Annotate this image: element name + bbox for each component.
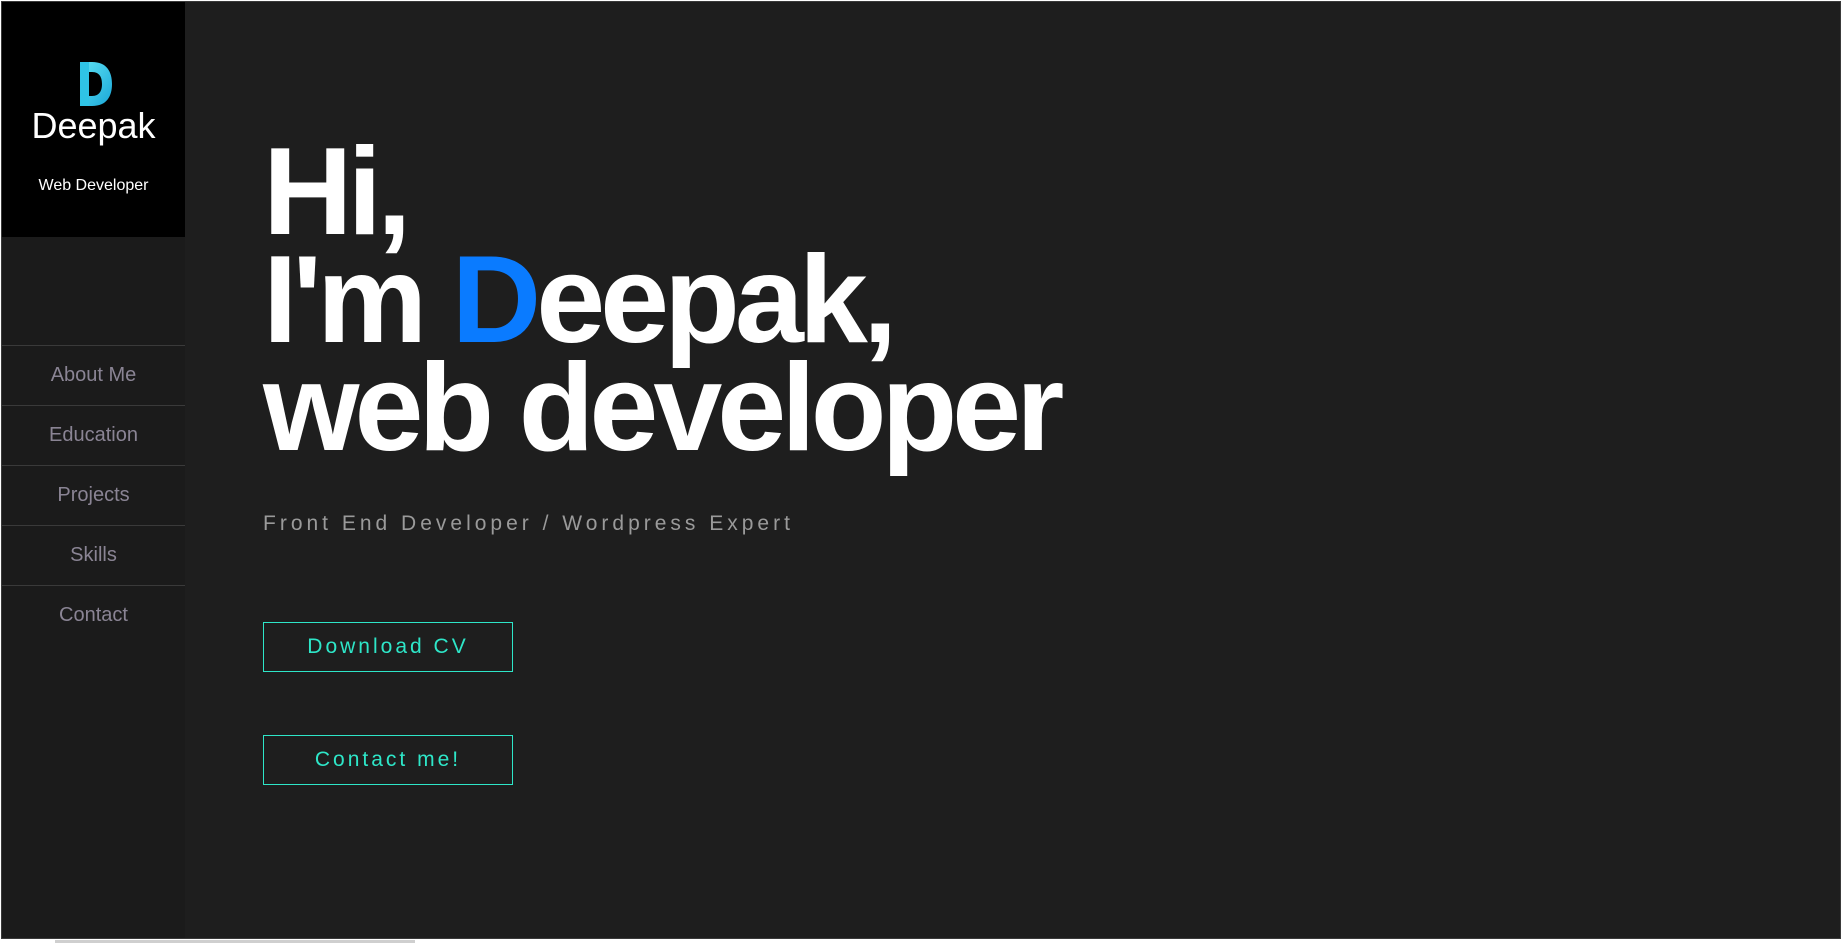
hero-headline: Hi, I'm Deepak, web developer [263, 130, 1064, 470]
nav-item-contact[interactable]: Contact [2, 586, 185, 645]
browser-viewport: Deepak Web Developer About Me Education … [1, 1, 1841, 939]
nav-item-projects[interactable]: Projects [2, 466, 185, 526]
download-cv-button[interactable]: Download CV [263, 622, 513, 672]
nav-item-education[interactable]: Education [2, 406, 185, 466]
sidebar-nav: About Me Education Projects Skills Conta… [2, 345, 185, 645]
scrollbar-thumb[interactable] [55, 940, 415, 943]
brand-role: Web Developer [38, 177, 149, 194]
brand-panel[interactable]: Deepak Web Developer [2, 2, 185, 237]
hero-section: Hi, I'm Deepak, web developer Front End De… [185, 2, 1840, 938]
headline-line-3: web developer [263, 339, 1064, 477]
sidebar: Deepak Web Developer About Me Education … [2, 2, 185, 938]
hero-subtitle: Front End Developer / Wordpress Expert [263, 512, 794, 535]
nav-item-skills[interactable]: Skills [2, 526, 185, 586]
contact-me-button[interactable]: Contact me! [263, 735, 513, 785]
nav-item-about-me[interactable]: About Me [2, 346, 185, 406]
d-logo-icon [80, 62, 112, 106]
brand-name: Deepak [31, 105, 156, 146]
